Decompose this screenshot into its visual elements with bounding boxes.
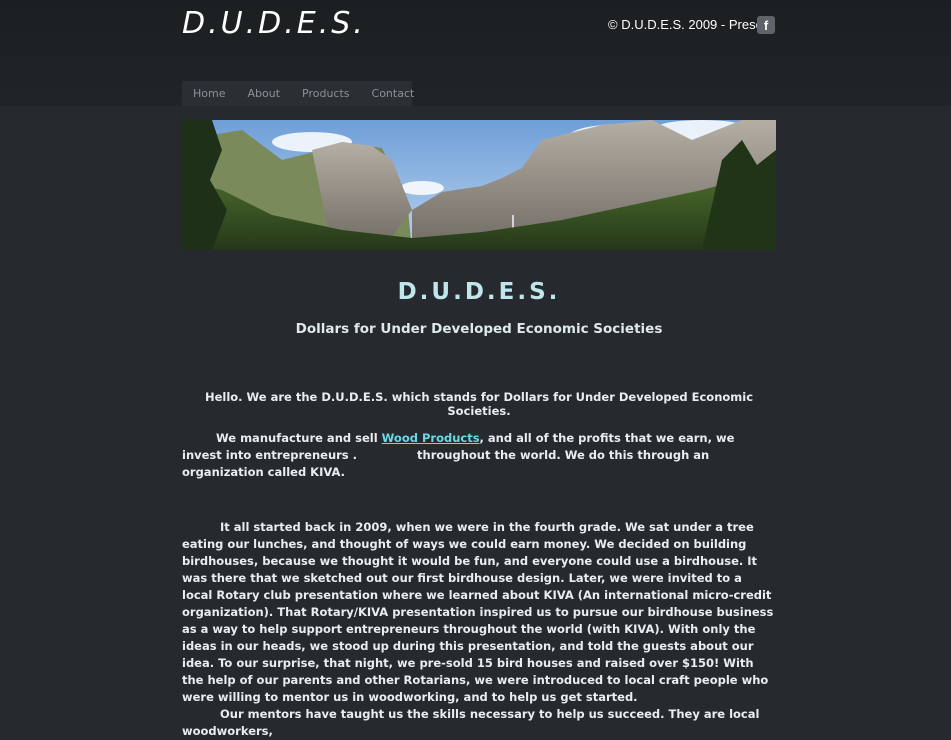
p1-text-start: We manufacture and sell [216,431,382,445]
page-title: D.U.D.E.S. [397,279,561,305]
copyright-text: © D.U.D.E.S. 2009 - Present [608,17,774,32]
page-subtitle: Dollars for Under Developed Economic Soc… [295,321,663,337]
nav-about[interactable]: About [236,81,291,106]
nav-contact[interactable]: Contact [361,81,426,106]
hero-banner-image [182,120,776,250]
intro-text: Hello. We are the D.U.D.E.S. which stand… [204,390,754,418]
paragraph-mentors: Our mentors have taught us the skills ne… [182,707,760,738]
nav-home[interactable]: Home [182,81,236,106]
nav-products[interactable]: Products [291,81,361,106]
wood-products-link[interactable]: Wood Products [382,431,480,445]
main-content: D.U.D.E.S. Dollars for Under Developed E… [182,260,776,740]
paragraph-history: It all started back in 2009, when we wer… [182,520,774,704]
header-bar: D.U.D.E.S. © D.U.D.E.S. 2009 - Present f… [0,0,951,106]
site-logo[interactable]: D.U.D.E.S. [182,6,366,41]
facebook-icon[interactable]: f [757,16,775,34]
paragraph-products: We manufacture and sell Wood Products, a… [182,430,776,481]
main-nav: Home About Products Contact [182,81,414,106]
